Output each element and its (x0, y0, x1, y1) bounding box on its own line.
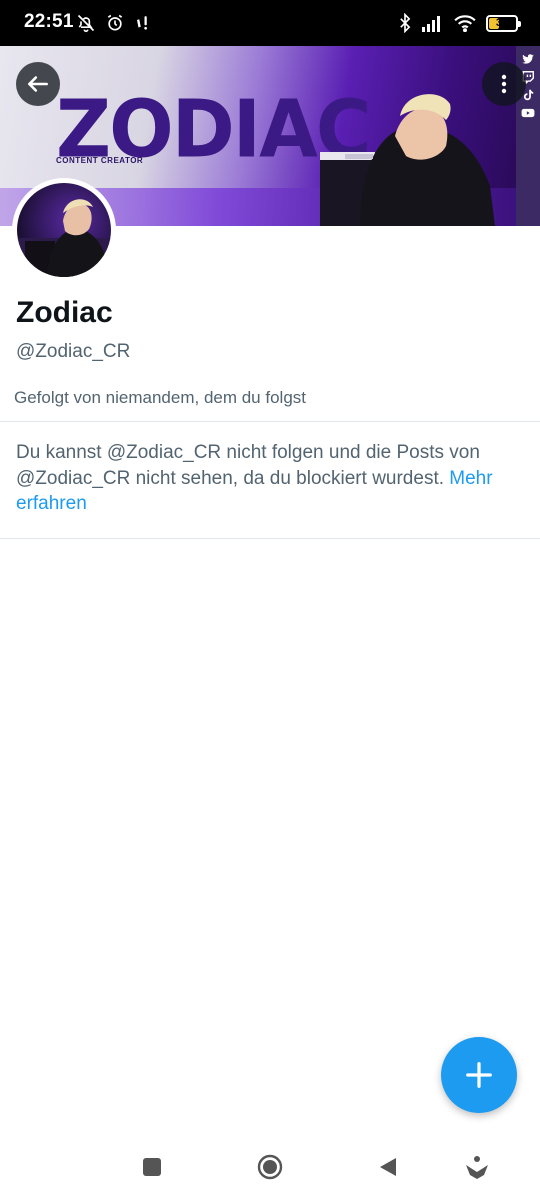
back-nav-button[interactable] (375, 1154, 401, 1180)
back-button[interactable] (16, 62, 60, 106)
banner-subtitle: CONTENT CREATOR (56, 156, 144, 165)
status-time: 22:51 (24, 11, 74, 32)
battery-level: 35 (495, 16, 509, 29)
assistant-icon (466, 1156, 488, 1179)
status-right-icons: 35 (398, 13, 521, 33)
wifi-icon (454, 15, 476, 32)
blocked-message: Du kannst @Zodiac_CR nicht folgen und di… (16, 442, 480, 489)
profile-name: Zodiac (16, 296, 113, 329)
more-options-button[interactable] (482, 62, 526, 106)
more-vertical-icon (501, 74, 507, 94)
home-button[interactable] (257, 1154, 283, 1180)
bluetooth-icon (400, 13, 411, 33)
profile-handle: @Zodiac_CR (16, 341, 131, 362)
arrow-left-icon (28, 76, 48, 92)
battery-icon: 35 (486, 14, 521, 32)
sim-alert-icon (137, 16, 147, 30)
divider (0, 421, 540, 422)
back-icon (380, 1158, 396, 1176)
assistant-button[interactable] (464, 1154, 490, 1180)
followed-by-text: Gefolgt von niemandem, dem du folgst (14, 388, 306, 407)
plus-icon (466, 1062, 492, 1088)
system-nav-bar (0, 1132, 540, 1200)
banner-person-image (320, 94, 495, 226)
youtube-icon (521, 108, 535, 118)
status-left-icons (76, 13, 152, 33)
recents-icon (143, 1158, 161, 1176)
alarm-icon (107, 14, 123, 31)
home-icon (257, 1154, 283, 1180)
compose-button[interactable] (441, 1037, 517, 1113)
divider (0, 538, 540, 539)
blocked-notice: Du kannst @Zodiac_CR nicht folgen und di… (16, 440, 526, 517)
avatar-photo (17, 199, 111, 277)
bell-off-icon (77, 14, 95, 33)
profile-avatar[interactable] (12, 178, 116, 282)
twitter-icon (522, 54, 534, 64)
avatar-image (17, 183, 111, 277)
status-bar: 22:51 35 (0, 0, 540, 46)
recents-button[interactable] (139, 1154, 165, 1180)
signal-icon (422, 16, 440, 32)
